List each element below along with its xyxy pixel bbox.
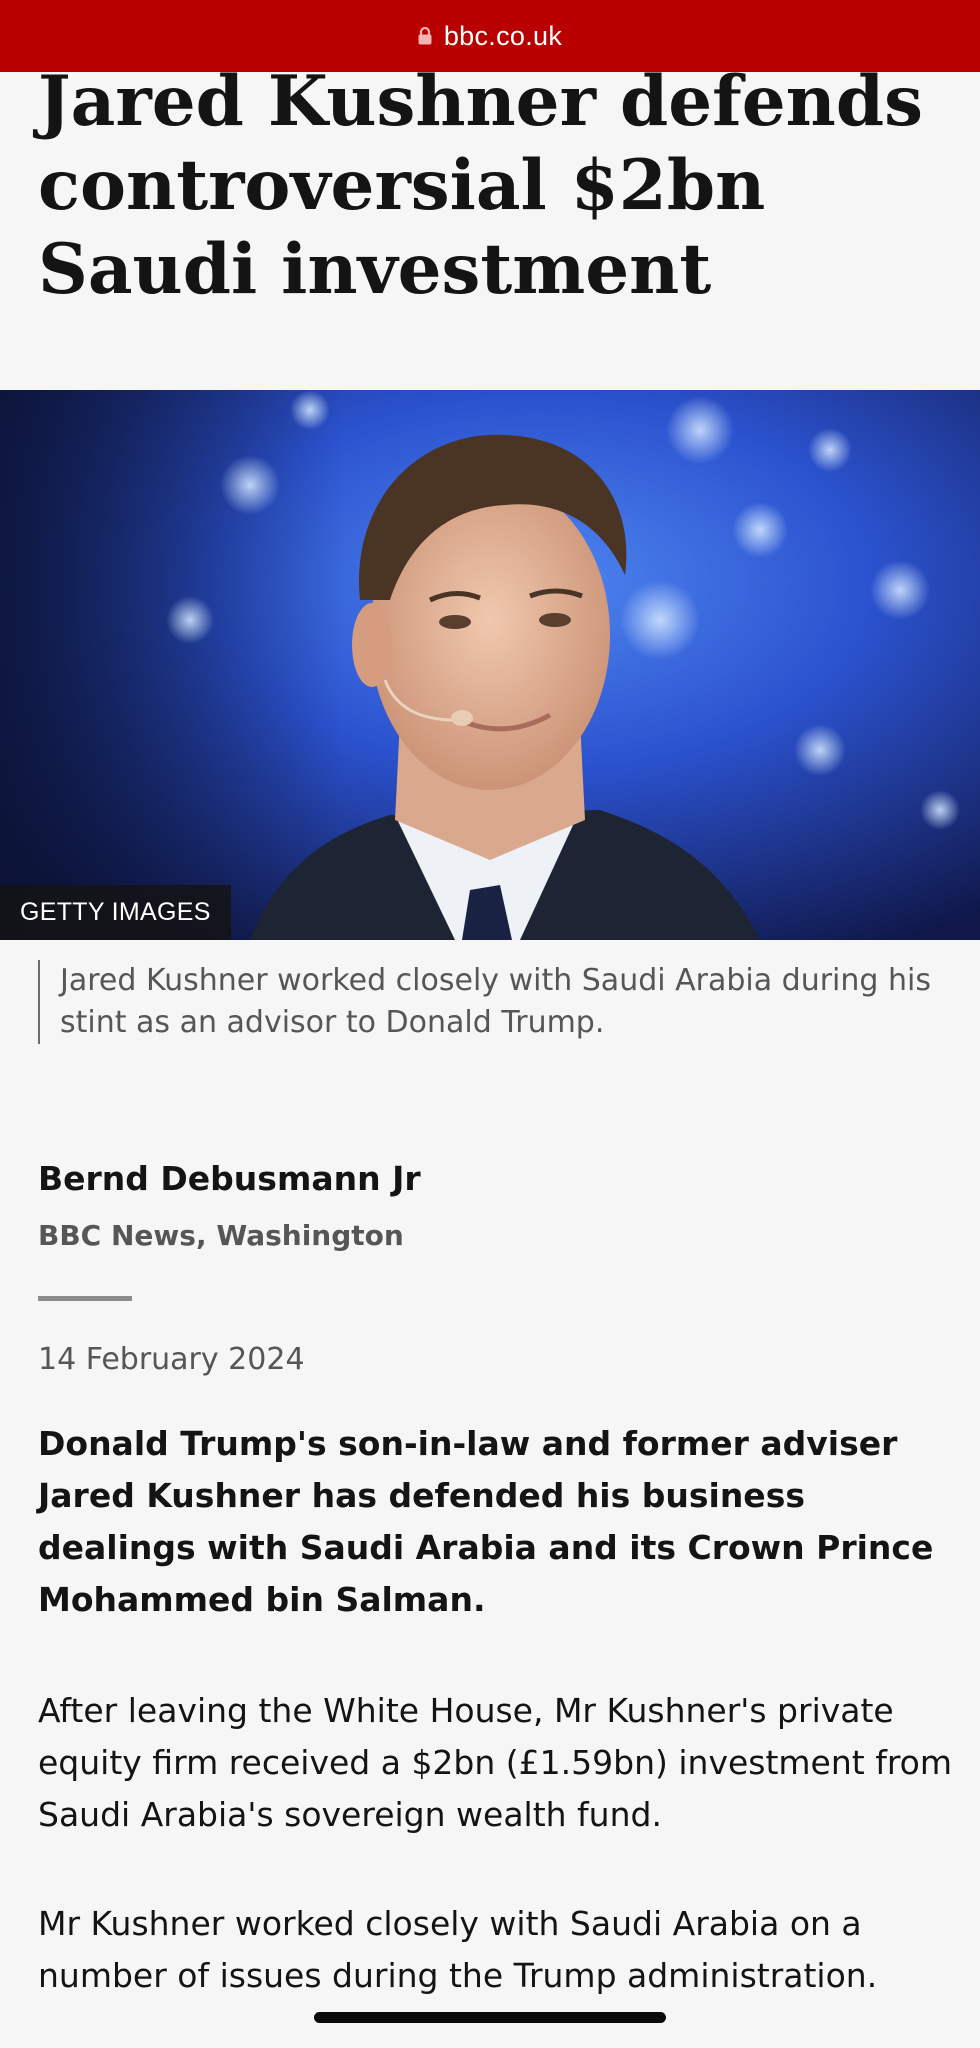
article-paragraph: Mr Kushner worked closely with Saudi Ara… [38, 1904, 878, 1995]
byline-author[interactable]: Bernd Debusmann Jr [38, 1157, 421, 1201]
article-headline: Jared Kushner defends controversial $2bn… [38, 61, 923, 310]
article-hero-image[interactable]: GETTY IMAGES [0, 390, 980, 940]
browser-url-bar[interactable]: bbc.co.uk [0, 0, 980, 72]
byline-affiliation: BBC News, Washington [38, 1219, 404, 1252]
publish-date: 14 February 2024 [38, 1342, 305, 1377]
byline-divider [38, 1296, 132, 1301]
article-intro: Donald Trump's son-in-law and former adv… [38, 1424, 934, 1619]
home-indicator[interactable] [314, 2012, 666, 2023]
portrait-photo [0, 390, 980, 940]
article-paragraph: After leaving the White House, Mr Kushne… [38, 1691, 952, 1834]
image-caption: Jared Kushner worked closely with Saudi … [38, 960, 940, 1044]
image-credit: GETTY IMAGES [0, 885, 231, 940]
url-text: bbc.co.uk [443, 20, 563, 51]
lock-icon [418, 27, 432, 45]
